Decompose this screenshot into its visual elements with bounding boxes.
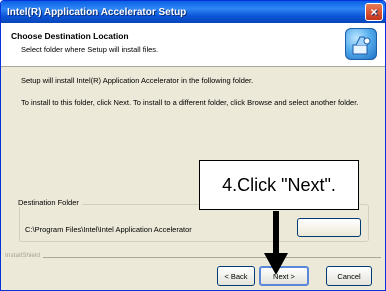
- setup-wizard-icon: [345, 28, 377, 60]
- title-bar: Intel(R) Application Accelerator Setup ×: [1, 1, 385, 23]
- install-location-text: Setup will install Intel(R) Application …: [21, 76, 254, 85]
- destination-path: C:\Program Files\Intel\Intel Application…: [25, 225, 192, 234]
- setup-window: Intel(R) Application Accelerator Setup ×…: [0, 0, 386, 291]
- destination-folder-label: Destination Folder: [15, 198, 82, 207]
- cancel-button[interactable]: Cancel: [326, 266, 372, 286]
- installshield-brand: InstallShield: [5, 252, 44, 259]
- back-button[interactable]: < Back: [217, 266, 255, 286]
- down-arrow-icon: [264, 211, 288, 275]
- page-title: Choose Destination Location: [11, 31, 129, 41]
- footer-divider: [7, 257, 381, 258]
- page-subtitle: Select folder where Setup will install f…: [21, 45, 159, 54]
- close-button[interactable]: ×: [365, 3, 383, 21]
- browse-button[interactable]: [297, 218, 361, 237]
- instruction-text: To install to this folder, click Next. T…: [21, 98, 359, 107]
- window-title: Intel(R) Application Accelerator Setup: [7, 6, 187, 18]
- wizard-header: Choose Destination Location Select folde…: [1, 23, 385, 67]
- instruction-callout: 4.Click "Next".: [199, 160, 359, 210]
- close-icon: ×: [370, 5, 378, 19]
